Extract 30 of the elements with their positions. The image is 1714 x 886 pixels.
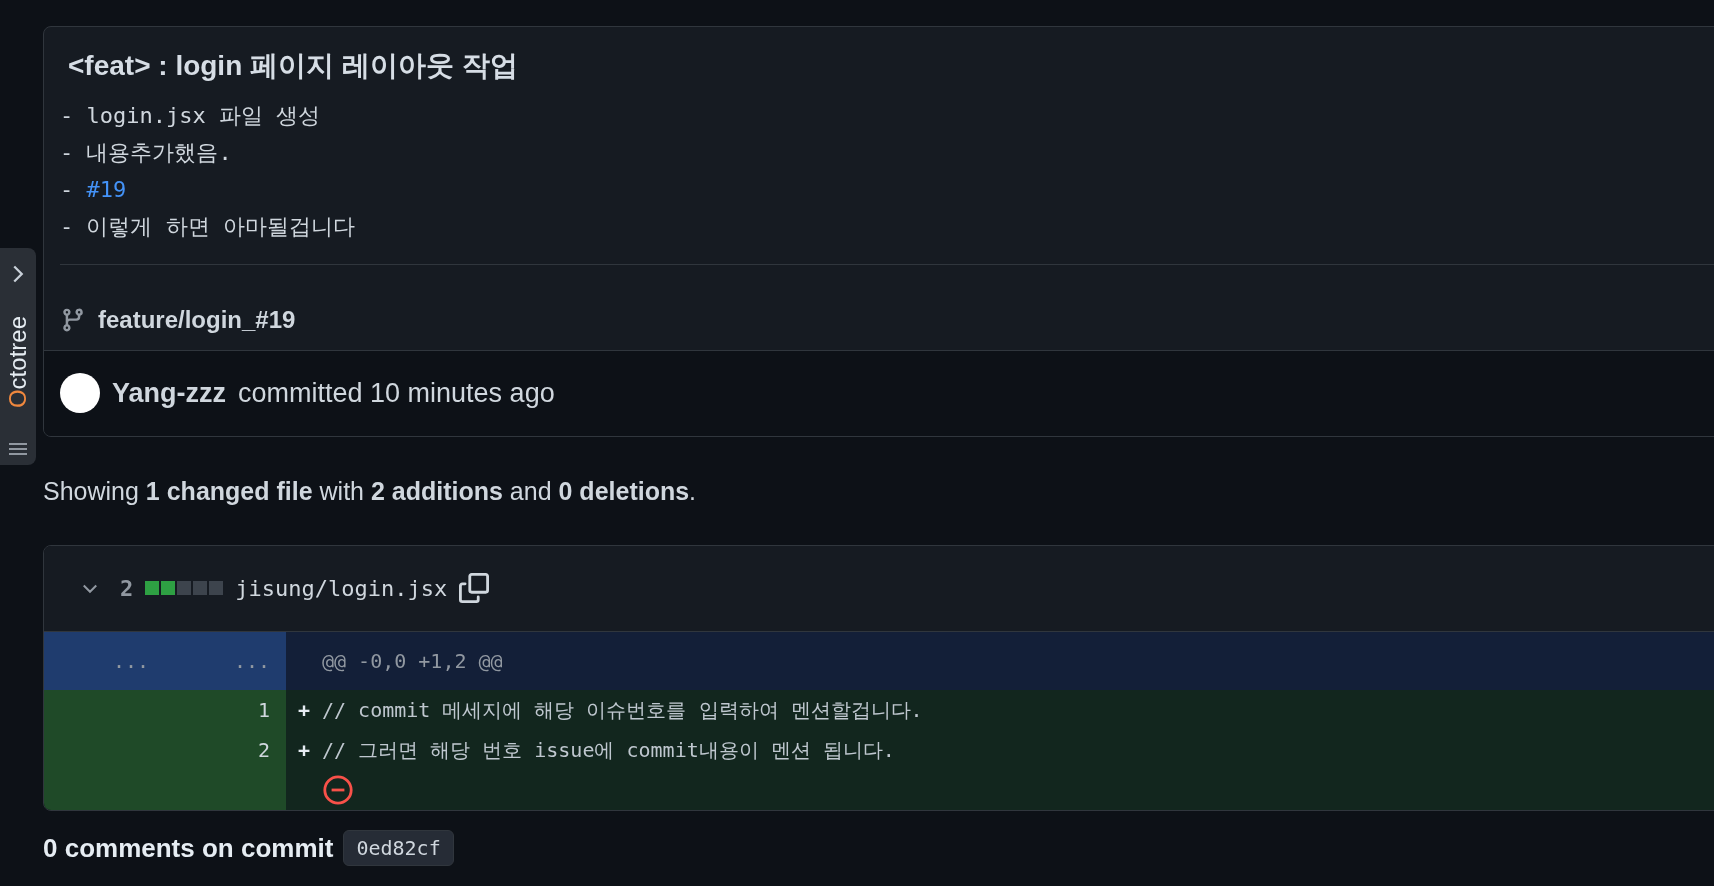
avatar (60, 372, 100, 413)
code-line: // 그러면 해당 번호 issue에 commit내용이 멘션 됩니다. (322, 737, 895, 762)
code-line: // commit 메세지에 해당 이슈번호를 입력하여 멘션할겁니다. (322, 697, 923, 722)
copy-icon (459, 573, 490, 604)
menu-button[interactable] (8, 441, 28, 457)
commit-message-line: - login.jsx 파일 생성 (60, 101, 322, 130)
author-link[interactable]: Yang-zzz (112, 372, 226, 414)
line-number[interactable]: ... (44, 631, 165, 690)
octotree-label[interactable]: Octotree (6, 316, 30, 409)
no-entry-icon (322, 773, 354, 806)
copy-button[interactable] (459, 573, 490, 604)
commit-sha: 0ed82cf (343, 830, 454, 867)
menu-icon (8, 441, 28, 457)
commit-time: committed 10 minutes ago (238, 376, 555, 410)
line-number[interactable]: 1 (257, 697, 270, 722)
comments-heading: 0 comments on commit (43, 831, 334, 865)
added-sign: + (298, 736, 312, 764)
diff-summary: Showing 1 changed file with 2 additions and 0 deletions. (43, 476, 698, 508)
commit-message-line: - 이렇게 하면 아마될겁니다 (60, 212, 356, 241)
added-sign: + (298, 696, 312, 724)
commit-message-line: - 내용추가했음. (60, 138, 233, 167)
line-number[interactable]: ... (165, 631, 286, 690)
hunk-header: @@ -0,0 +1,2 @@ (322, 648, 503, 673)
commit-message-line: - #19 (60, 175, 128, 204)
file-path-link[interactable]: jisung/login.jsx (235, 571, 448, 605)
issue-link[interactable]: #19 (86, 176, 127, 202)
line-number[interactable]: 2 (257, 737, 270, 762)
commit-title: <feat> : login 페이지 레이아웃 작업 (67, 49, 519, 83)
change-count: 2 (120, 574, 134, 603)
branch-name: feature/login_#19 (98, 304, 296, 335)
